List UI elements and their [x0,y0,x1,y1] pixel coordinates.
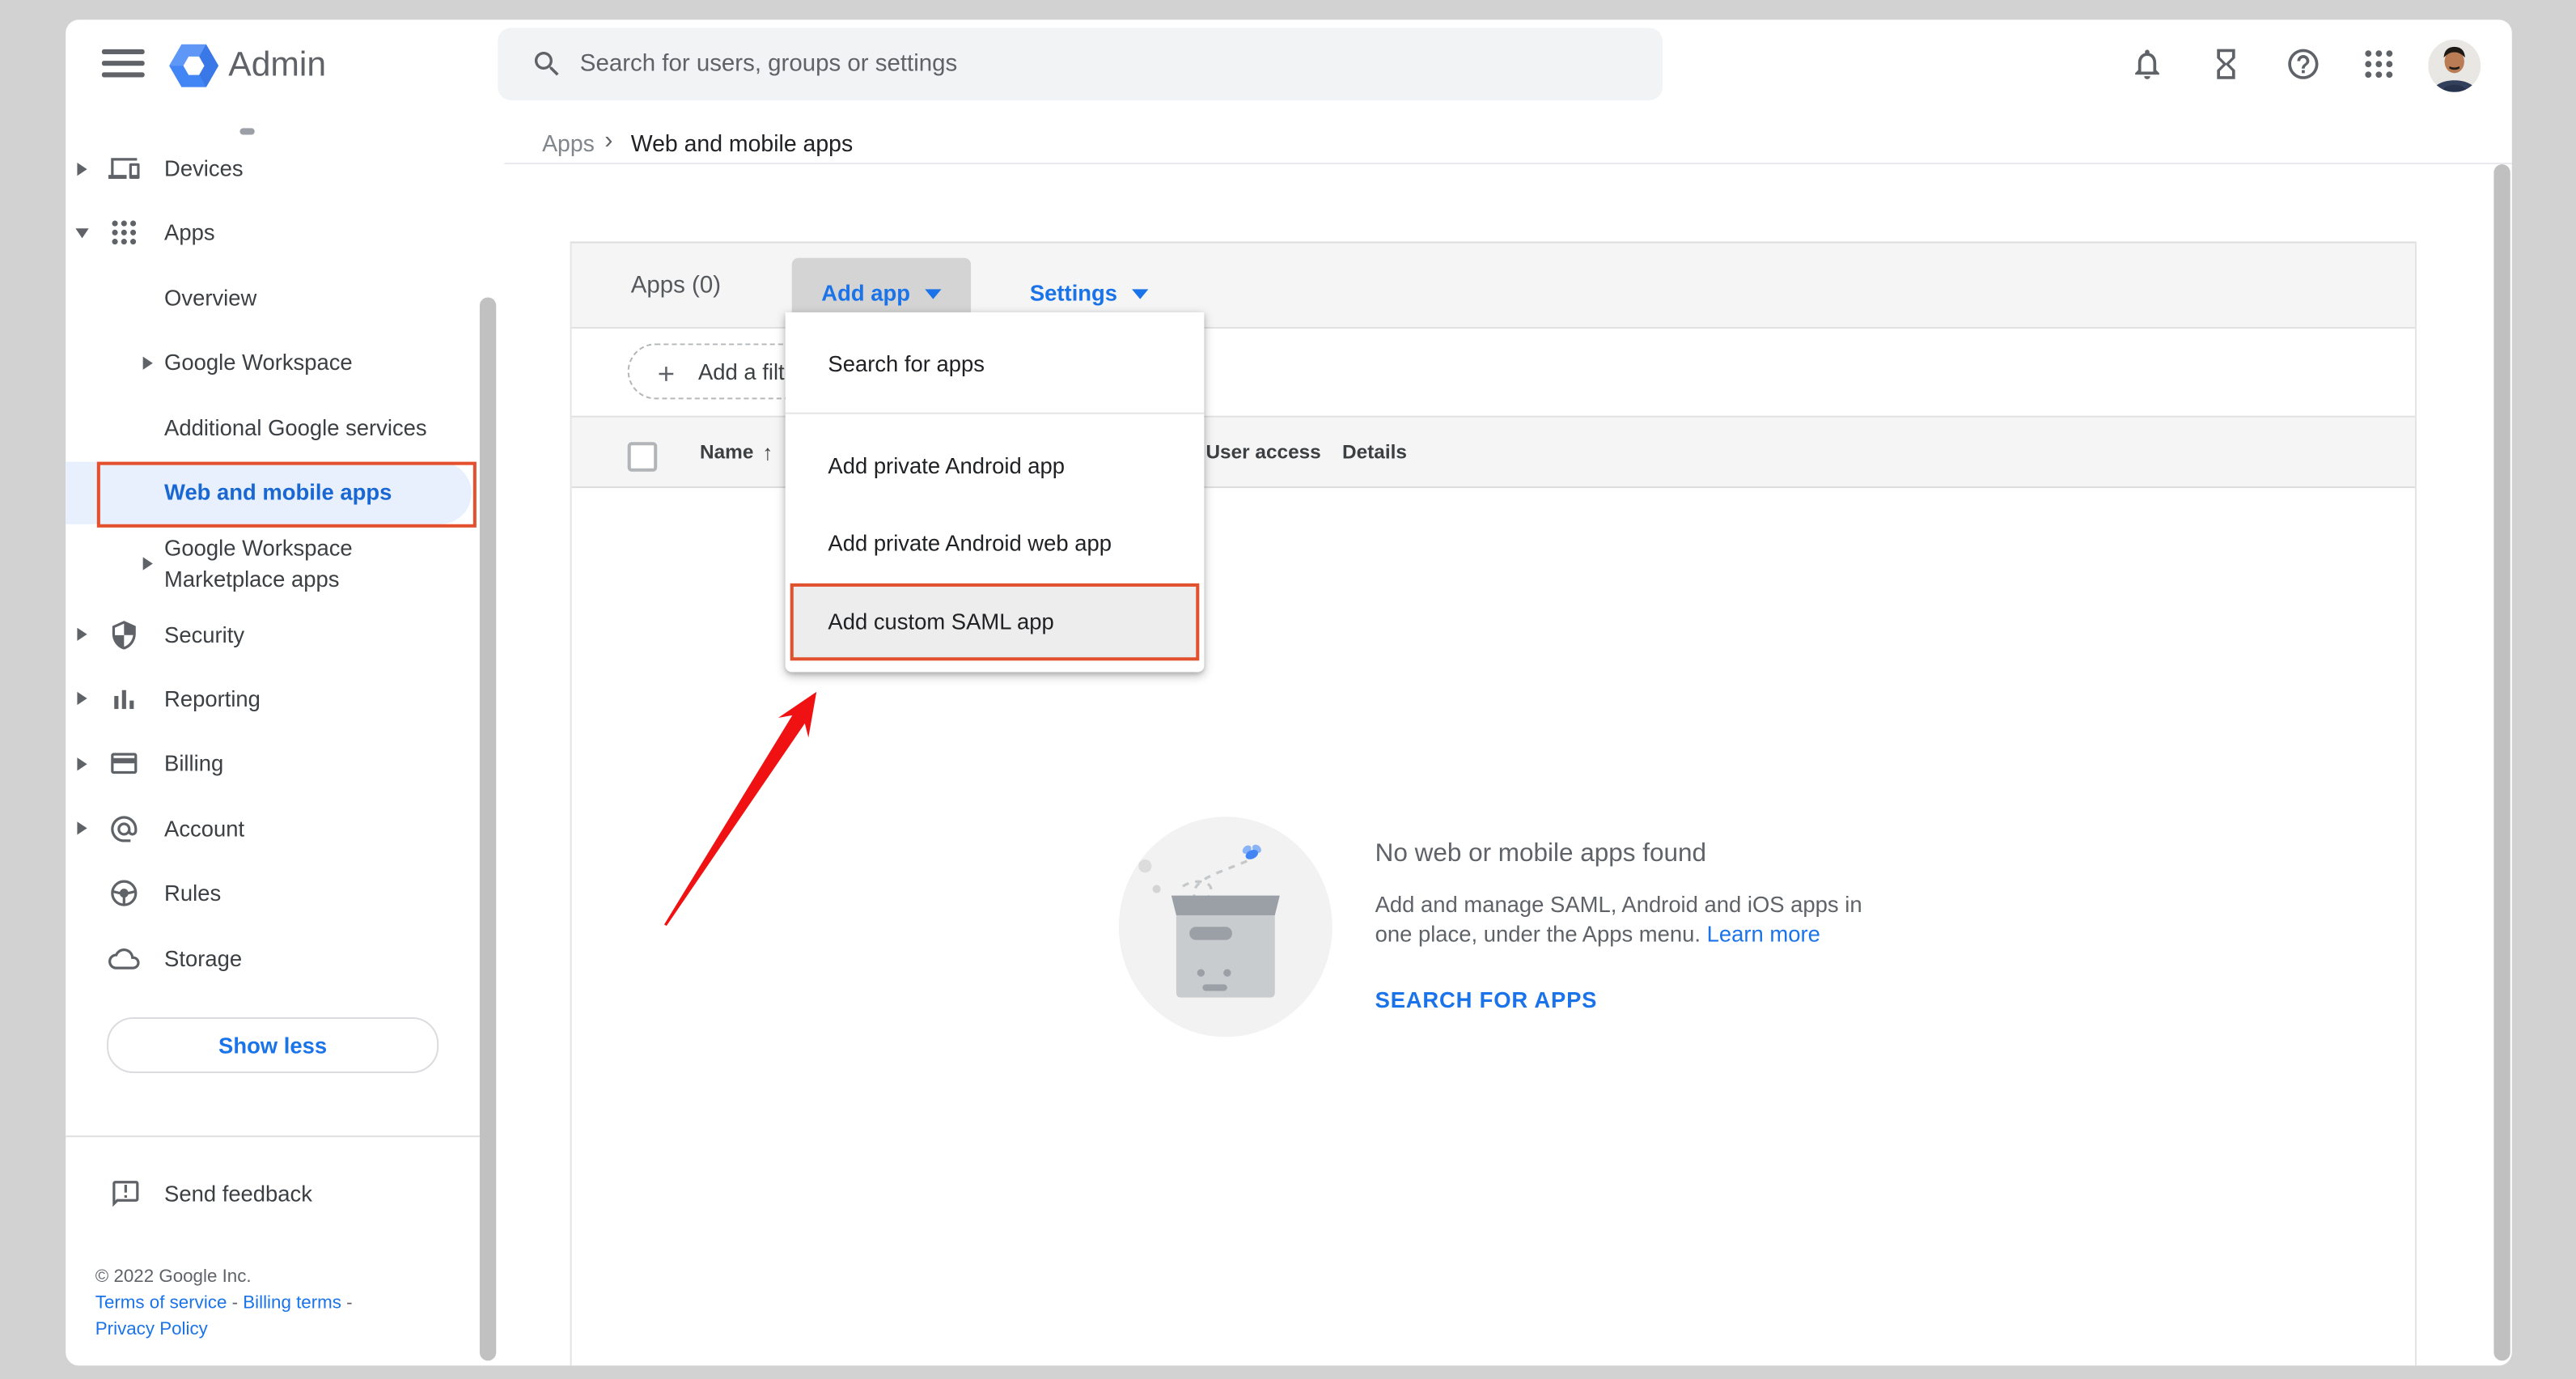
footer-links-line1: Terms of service - Billing terms - [95,1293,353,1313]
sidebar-item-devices[interactable]: Devices [0,137,480,201]
feedback-icon [110,1177,142,1209]
menu-item-add-private-android-web-app[interactable]: Add private Android web app [786,514,1205,573]
chevron-right-icon[interactable] [77,822,87,835]
help-icon[interactable] [2286,46,2322,83]
menu-item-search-for-apps[interactable]: Search for apps [786,333,1205,392]
content-scrollbar[interactable] [2493,164,2510,1360]
learn-more-link[interactable]: Learn more [1707,921,1820,945]
reporting-icon [108,684,140,715]
column-header-user-access[interactable]: User access [1205,418,1320,486]
plus-icon [654,361,678,385]
sidebar-item-storage[interactable]: Storage [0,926,480,990]
chevron-right-icon[interactable] [143,356,153,369]
search-bar[interactable] [498,28,1663,100]
sidebar-item-rules[interactable]: Rules [0,861,480,925]
google-admin-console: Admin Apps › Web and mobile apps Devices… [0,0,2576,1379]
sidebar-item-overview[interactable]: Overview [0,266,480,330]
billing-terms-link[interactable]: Billing terms [243,1293,341,1313]
sidebar-item-label: Security [164,622,244,647]
sidebar-item-label: Rules [164,881,221,906]
privacy-policy-link[interactable]: Privacy Policy [95,1320,208,1339]
empty-state-body-line1: Add and manage SAML, Android and iOS app… [1375,893,1862,917]
sidebar-item-label: Billing [164,752,223,776]
chevron-right-icon[interactable] [77,757,87,770]
show-less-button[interactable]: Show less [107,1017,439,1073]
send-feedback-label: Send feedback [164,1181,312,1205]
account-icon [108,813,140,845]
hourglass-icon[interactable] [2208,46,2244,83]
chevron-right-icon[interactable] [77,162,87,175]
sidebar-item-label: Devices [164,156,244,180]
empty-state-body-line2: one place, under the Apps menu. Learn mo… [1375,921,1820,945]
terms-of-service-link[interactable]: Terms of service [95,1293,227,1313]
sidebar-item-billing[interactable]: Billing [0,732,480,796]
avatar[interactable] [2428,39,2481,91]
sidebar-item-label: Storage [164,946,242,970]
empty-box-illustration [1109,805,1347,1055]
sidebar-item-label: Overview [164,286,256,310]
sidebar-item-gw-marketplace-apps[interactable]: Google WorkspaceMarketplace apps [0,525,480,602]
column-header-name[interactable]: Name [700,418,753,486]
admin-hexagon-logo [169,40,218,92]
rules-icon [108,878,140,910]
send-feedback-button[interactable]: Send feedback [0,1162,480,1224]
breadcrumb-separator-icon: › [604,126,612,155]
devices-icon [108,153,140,185]
breadcrumb-parent[interactable]: Apps [542,129,595,155]
sidebar-item-security[interactable]: Security [0,602,480,666]
sidebar-item-google-workspace[interactable]: Google Workspace [0,331,480,395]
scrolled-item-fragment [239,128,254,134]
sidebar-item-additional-google-services[interactable]: Additional Google services [0,396,480,460]
sidebar-scrollbar[interactable] [480,298,496,1361]
copyright-text: © 2022 Google Inc. [95,1267,252,1287]
menu-item-add-private-android-app[interactable]: Add private Android app [786,435,1205,494]
menu-divider [786,413,1205,414]
sidebar-item-label: Reporting [164,687,261,711]
chevron-right-icon[interactable] [77,693,87,706]
storage-icon [108,943,140,974]
apps-count-title: Apps (0) [631,244,721,329]
apps-grid-icon[interactable] [2361,46,2397,83]
sidebar-item-apps[interactable]: Apps [0,202,480,265]
show-less-label: Show less [218,1033,327,1057]
sidebar-item-label: Additional Google services [164,415,427,439]
add-app-dropdown-menu: Search for apps Add private Android app … [786,312,1205,673]
search-icon [531,48,564,81]
sidebar-item-account[interactable]: Account [0,796,480,860]
search-for-apps-link[interactable]: SEARCH FOR APPS [1375,987,1598,1012]
column-header-details[interactable]: Details [1342,418,1407,486]
sort-ascending-icon[interactable]: ↑ [762,418,773,486]
empty-state-title: No web or mobile apps found [1375,840,1706,870]
breadcrumb-current: Web and mobile apps [631,129,853,155]
sidebar-item-label: Apps [164,221,215,245]
sidebar-item-reporting[interactable]: Reporting [0,667,480,731]
footer-links-line2: Privacy Policy [95,1320,208,1339]
sidebar-item-label: Google WorkspaceMarketplace apps [164,532,460,596]
chevron-down-icon[interactable] [75,228,88,238]
sidebar-item-label: Account [164,817,244,841]
chevron-right-icon[interactable] [77,628,87,641]
breadcrumb-divider [504,163,2511,164]
dropdown-arrow-icon [1132,288,1148,298]
bell-icon[interactable] [2129,46,2166,83]
search-input[interactable] [577,49,1569,79]
billing-icon [108,749,140,780]
menu-item-add-custom-saml-app[interactable]: Add custom SAML app [790,583,1200,660]
sidebar-item-label: Google Workspace [164,350,353,375]
menu-icon[interactable] [102,49,145,81]
product-title: Admin [228,46,326,86]
select-all-checkbox[interactable] [628,442,658,472]
settings-label: Settings [1030,281,1117,305]
apps-icon [108,218,140,249]
add-app-label: Add app [821,281,910,305]
annotation-box-web-and-mobile-apps [97,461,477,528]
sidebar-divider [66,1135,486,1137]
security-icon [108,619,140,651]
chevron-right-icon[interactable] [143,557,153,570]
dropdown-arrow-icon [925,288,941,298]
